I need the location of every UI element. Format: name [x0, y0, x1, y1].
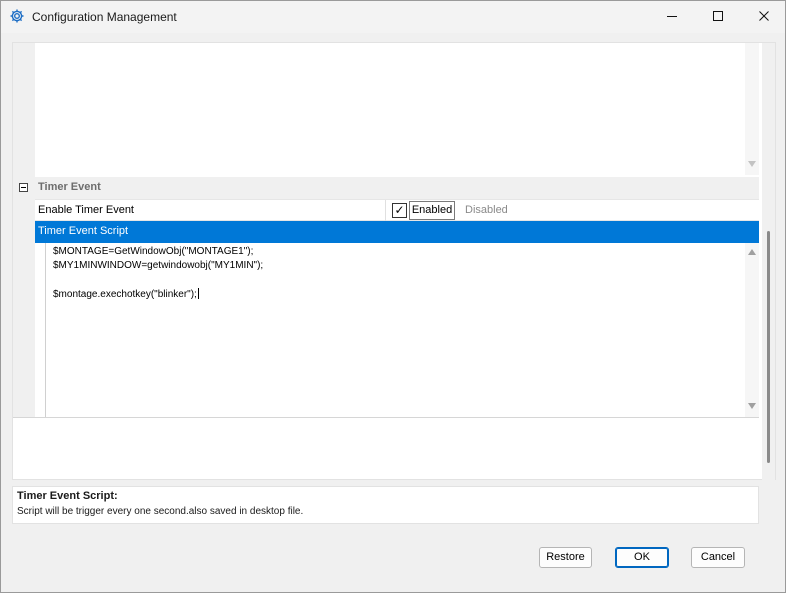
minimize-icon	[667, 11, 677, 24]
scroll-down-icon[interactable]	[748, 161, 756, 167]
column-divider[interactable]	[385, 200, 386, 221]
grid-margin	[13, 43, 35, 418]
category-timer-event[interactable]: Timer Event	[13, 177, 759, 199]
scrollbar-thumb[interactable]	[767, 231, 770, 463]
property-grid: Timer Event Enable Timer Event ✓ Enabled…	[12, 42, 776, 481]
script-editor[interactable]: $MONTAGE=GetWindowObj("MONTAGE1"); $MY1M…	[45, 243, 745, 417]
collapse-minus-icon[interactable]	[19, 183, 28, 192]
enabled-option[interactable]: Enabled	[409, 201, 455, 220]
property-row-timer-event-script[interactable]: Timer Event Script	[35, 221, 759, 243]
script-line[interactable]: $MY1MINWINDOW=getwindowobj("MY1MIN");	[53, 260, 263, 271]
description-title: Timer Event Script:	[17, 490, 118, 502]
script-property-name: Timer Event Script	[38, 225, 129, 237]
close-icon	[759, 10, 769, 24]
configuration-dialog: Configuration Management Timer Event Ena…	[0, 0, 786, 593]
description-text: Script will be trigger every one second.…	[17, 506, 304, 517]
property-row-enable-timer-event[interactable]: Enable Timer Event ✓ Enabled Disabled	[35, 199, 759, 221]
enable-checkbox[interactable]: ✓	[392, 203, 407, 218]
gear-icon	[9, 8, 25, 24]
minimize-button[interactable]	[649, 1, 695, 33]
window-title: Configuration Management	[32, 10, 177, 24]
property-name: Enable Timer Event	[38, 204, 134, 216]
script-line[interactable]: $MONTAGE=GetWindowObj("MONTAGE1");	[53, 246, 253, 257]
previous-property-editor[interactable]	[45, 43, 745, 175]
disabled-option[interactable]: Disabled	[465, 204, 508, 216]
ok-button[interactable]: OK	[615, 547, 669, 568]
maximize-button[interactable]	[695, 1, 741, 33]
divider	[13, 417, 759, 418]
previous-editor-scrollbar[interactable]	[745, 43, 759, 175]
scroll-up-icon[interactable]	[748, 249, 756, 255]
script-line[interactable]: $montage.exechotkey("blinker");	[53, 289, 197, 300]
maximize-icon	[713, 10, 723, 24]
text-caret	[197, 288, 199, 299]
description-panel: Timer Event Script: Script will be trigg…	[12, 486, 759, 524]
cancel-button[interactable]: Cancel	[691, 547, 745, 568]
script-scrollbar[interactable]	[745, 243, 759, 417]
script-line-with-caret[interactable]: $montage.exechotkey("blinker");	[53, 288, 199, 300]
close-button[interactable]	[741, 1, 786, 33]
category-label: Timer Event	[38, 181, 101, 193]
title-bar[interactable]: Configuration Management	[1, 1, 785, 33]
grid-scrollbar[interactable]	[762, 43, 775, 481]
restore-button[interactable]: Restore	[539, 547, 592, 568]
scroll-down-icon[interactable]	[748, 403, 756, 409]
